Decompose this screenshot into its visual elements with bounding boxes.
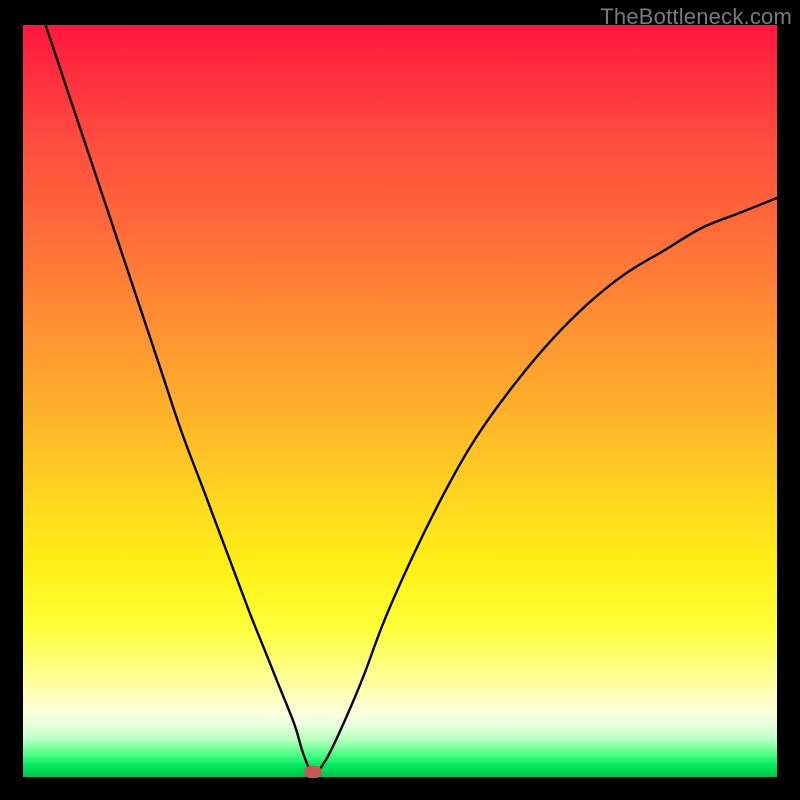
chart-frame: TheBottleneck.com (0, 0, 800, 800)
plot-area (23, 25, 777, 777)
optimal-point-marker (304, 766, 322, 778)
watermark-text: TheBottleneck.com (600, 4, 792, 30)
bottleneck-curve (23, 25, 777, 777)
